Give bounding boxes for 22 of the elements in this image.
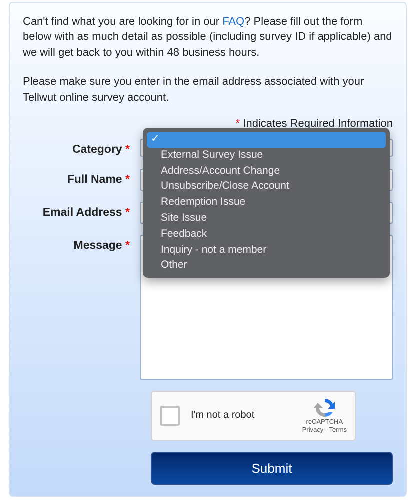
- dropdown-option[interactable]: External Survey Issue: [147, 148, 386, 164]
- dropdown-option[interactable]: Feedback: [147, 226, 386, 243]
- dropdown-option[interactable]: Site Issue: [147, 210, 386, 227]
- field-label: Message *: [72, 239, 131, 254]
- required-note: * Indicates Required Information: [234, 116, 393, 132]
- instruction-text: Please make sure you enter in the email address associated with your Tellwut online survey account.: [23, 75, 366, 106]
- dropdown-option[interactable]: Inquiry - not a member: [147, 242, 386, 258]
- field-label: Email Address *: [42, 206, 131, 222]
- field-label: Category *: [71, 143, 131, 158]
- submit-button[interactable]: Submit: [151, 452, 393, 486]
- check-icon: ✓: [151, 132, 160, 148]
- field-label: Full Name *: [66, 173, 131, 188]
- captcha-label: I'm not a robot: [191, 409, 256, 424]
- intro-text: Can't find what you are looking for in our FAQ? Please fill out the form below with as much detail as possible (including survey ID if applicable) and we will get back to you within 48 business hours.: [23, 15, 393, 61]
- dropdown-option[interactable]: Address/Account Change: [147, 164, 386, 180]
- dropdown-option[interactable]: ✓: [147, 132, 386, 148]
- dropdown-option[interactable]: Other: [147, 258, 386, 274]
- recaptcha-icon: [314, 397, 336, 419]
- dropdown-option[interactable]: Unsubscribe/Close Account: [147, 179, 386, 196]
- captcha-checkbox[interactable]: [160, 406, 180, 426]
- faq-link[interactable]: FAQ: [222, 16, 245, 28]
- dropdown-option[interactable]: Redemption Issue: [147, 195, 386, 211]
